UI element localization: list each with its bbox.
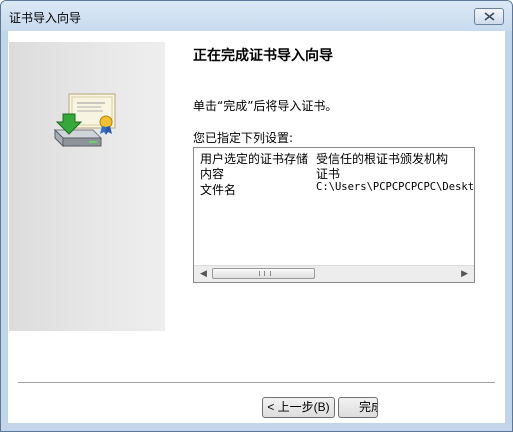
setting-value: C:\Users\PCPCPCPCPC\Desktop <box>316 181 475 193</box>
scroll-right-arrow-icon[interactable]: ▶ <box>461 269 468 279</box>
horizontal-scrollbar[interactable]: ◀ ▶ <box>194 265 474 282</box>
back-button[interactable]: < 上一步(B) <box>262 397 335 418</box>
page-heading: 正在完成证书导入向导 <box>193 48 333 64</box>
close-button[interactable] <box>474 8 504 25</box>
scroll-left-arrow-icon[interactable]: ◀ <box>200 269 207 279</box>
settings-label: 您已指定下列设置: <box>193 131 294 145</box>
import-wizard-window: 证书导入向导 正在完成证书导入向导 单击“完成”后将导入证书。 您已指定下列设置… <box>0 0 513 432</box>
button-separator <box>18 382 495 384</box>
finish-button[interactable]: 完成 <box>338 397 378 418</box>
scrollbar-thumb[interactable] <box>212 268 315 279</box>
instruction-text: 单击“完成”后将导入证书。 <box>193 99 338 113</box>
setting-name: 内容 <box>200 167 225 181</box>
wizard-side-panel <box>9 42 165 331</box>
setting-value: 证书 <box>316 167 341 181</box>
wizard-client-area: 正在完成证书导入向导 单击“完成”后将导入证书。 您已指定下列设置: 用户选定的… <box>8 31 505 423</box>
settings-list[interactable]: 用户选定的证书存储 受信任的根证书颁发机构 内容 证书 文件名 C:\Users… <box>193 147 475 283</box>
certificate-import-icon <box>53 93 116 148</box>
setting-name: 文件名 <box>200 183 237 197</box>
scrollbar-grip-icon <box>259 271 271 276</box>
window-title: 证书导入向导 <box>9 11 82 25</box>
title-bar[interactable]: 证书导入向导 <box>1 1 512 31</box>
close-icon <box>484 12 495 21</box>
